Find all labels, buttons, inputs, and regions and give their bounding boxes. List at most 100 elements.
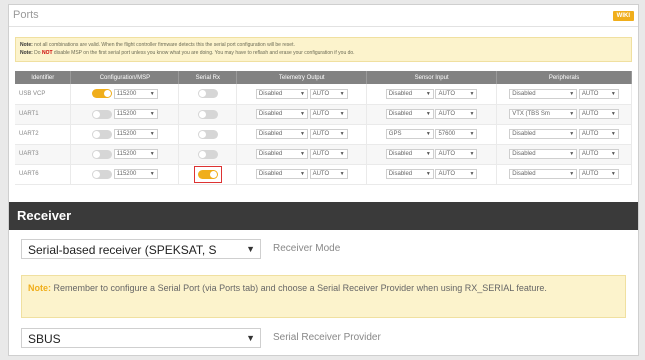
peripherals-select[interactable]: Disabled ▼ xyxy=(509,149,578,159)
chevron-down-icon: ▼ xyxy=(339,171,345,177)
chevron-down-icon: ▼ xyxy=(149,131,155,137)
serial-rx-toggle[interactable] xyxy=(197,129,218,139)
receiver-header: Receiver xyxy=(9,202,638,230)
port-identifier: UART2 xyxy=(15,124,72,145)
chevron-down-icon: ▼ xyxy=(425,90,431,97)
peripherals-select[interactable]: Disabled ▼ xyxy=(509,129,578,139)
telemetry-baud-select[interactable]: AUTO ▼ xyxy=(309,149,348,159)
serial-rx-toggle[interactable] xyxy=(197,169,218,179)
msp-toggle[interactable] xyxy=(92,169,113,179)
ports-note: Note: not all combinations are valid. Wh… xyxy=(15,37,632,62)
port-identifier: UART6 xyxy=(15,164,72,185)
telemetry-baud-select[interactable]: AUTO ▼ xyxy=(309,109,348,119)
chevron-down-icon: ▼ xyxy=(149,111,155,117)
sensor-select[interactable]: Disabled ▼ xyxy=(385,149,434,159)
chevron-down-icon: ▼ xyxy=(610,111,616,117)
sensor-select[interactable]: Disabled ▼ xyxy=(385,169,434,179)
serial-rx-toggle[interactable] xyxy=(197,149,218,159)
msp-baud-select[interactable]: 115200 ▼ xyxy=(113,149,158,159)
sensor-baud-select[interactable]: AUTO ▼ xyxy=(435,109,478,119)
receiver-body: Serial-based receiver (SPEKSAT, S ▼ Rece… xyxy=(9,230,638,355)
sensor-cell: Disabled ▼ AUTO ▼ xyxy=(366,164,498,185)
chevron-down-icon: ▼ xyxy=(469,131,475,137)
telemetry-select[interactable]: Disabled ▼ xyxy=(255,149,308,159)
receiver-mode-select[interactable]: Serial-based receiver (SPEKSAT, S ▼ xyxy=(21,239,261,259)
sensor-cell: Disabled ▼ AUTO ▼ xyxy=(366,104,498,125)
chevron-down-icon: ▼ xyxy=(469,111,475,117)
peripherals-baud-select[interactable]: AUTO ▼ xyxy=(578,109,619,119)
serial-rx-toggle[interactable] xyxy=(197,89,218,99)
msp-toggle[interactable] xyxy=(92,129,113,139)
sensor-cell: GPS ▼ 57600 ▼ xyxy=(366,124,498,145)
peripherals-baud-select[interactable]: AUTO ▼ xyxy=(578,149,619,159)
table-row: USB VCP 115200 ▼ Disabled ▼ AUTO ▼ Disabled ▼ … xyxy=(15,84,632,105)
serial-provider-label: Serial Receiver Provider xyxy=(273,332,381,343)
table-row: UART2 115200 ▼ Disabled ▼ AUTO ▼ GPS ▼ 57600 ▼ D… xyxy=(15,124,632,145)
col-telemetry-output: Telemetry Output xyxy=(236,71,368,84)
telemetry-baud-select[interactable]: AUTO ▼ xyxy=(309,88,348,99)
msp-cell: 115200 ▼ xyxy=(70,124,180,145)
peripherals-select[interactable]: VTX (TBS Sm ▼ xyxy=(509,109,578,119)
serial-rx-highlight xyxy=(193,165,222,183)
port-identifier: UART1 xyxy=(15,104,72,125)
msp-toggle[interactable] xyxy=(92,109,113,119)
chevron-down-icon: ▼ xyxy=(339,151,345,157)
peripherals-cell: Disabled ▼ AUTO ▼ xyxy=(496,124,632,145)
col-configuration-msp: Configuration/MSP xyxy=(70,71,180,84)
chevron-down-icon: ▼ xyxy=(569,171,575,177)
telemetry-cell: Disabled ▼ AUTO ▼ xyxy=(236,164,368,185)
sensor-select[interactable]: Disabled ▼ xyxy=(385,109,434,119)
sensor-select[interactable]: Disabled ▼ xyxy=(385,88,434,99)
peripherals-select[interactable]: Disabled ▼ xyxy=(509,88,578,99)
msp-toggle[interactable] xyxy=(92,149,113,159)
chevron-down-icon: ▼ xyxy=(610,131,616,137)
peripherals-baud-select[interactable]: AUTO ▼ xyxy=(578,129,619,139)
chevron-down-icon: ▼ xyxy=(569,111,575,117)
wiki-button[interactable]: WIKI xyxy=(612,11,634,21)
serial-rx-cell xyxy=(178,104,238,125)
msp-toggle[interactable] xyxy=(92,89,113,99)
msp-baud-select[interactable]: 115200 ▼ xyxy=(113,109,158,119)
chevron-down-icon: ▼ xyxy=(339,131,345,137)
telemetry-select[interactable]: Disabled ▼ xyxy=(255,169,308,179)
peripherals-cell: VTX (TBS Sm ▼ AUTO ▼ xyxy=(496,104,632,125)
col-sensor-input: Sensor Input xyxy=(366,71,498,84)
telemetry-select[interactable]: Disabled ▼ xyxy=(255,88,308,99)
sensor-baud-select[interactable]: AUTO ▼ xyxy=(435,149,478,159)
telemetry-select[interactable]: Disabled ▼ xyxy=(255,129,308,139)
telemetry-baud-select[interactable]: AUTO ▼ xyxy=(309,169,348,179)
sensor-baud-select[interactable]: 57600 ▼ xyxy=(435,129,478,139)
chevron-down-icon: ▼ xyxy=(299,111,305,117)
peripherals-select[interactable]: Disabled ▼ xyxy=(509,169,578,179)
sensor-baud-select[interactable]: AUTO ▼ xyxy=(435,88,478,99)
peripherals-baud-select[interactable]: AUTO ▼ xyxy=(578,88,619,99)
msp-baud-select[interactable]: 115200 ▼ xyxy=(113,129,158,139)
sensor-baud-select[interactable]: AUTO ▼ xyxy=(435,169,478,179)
app-frame: Ports WIKI Note: not all combinations ar… xyxy=(8,4,639,356)
port-identifier: UART3 xyxy=(15,144,72,165)
chevron-down-icon: ▼ xyxy=(610,171,616,177)
table-row: UART1 115200 ▼ Disabled ▼ AUTO ▼ Disabled ▼ AU… xyxy=(15,104,632,125)
chevron-down-icon: ▼ xyxy=(425,111,431,117)
telemetry-select[interactable]: Disabled ▼ xyxy=(255,109,308,119)
chevron-down-icon: ▼ xyxy=(246,333,255,343)
telemetry-cell: Disabled ▼ AUTO ▼ xyxy=(236,104,368,125)
ports-table: Identifier Configuration/MSP Serial Rx T… xyxy=(15,71,632,185)
telemetry-baud-select[interactable]: AUTO ▼ xyxy=(309,129,348,139)
ports-header: Ports WIKI xyxy=(9,5,638,27)
msp-cell: 115200 ▼ xyxy=(70,144,180,165)
peripherals-cell: Disabled ▼ AUTO ▼ xyxy=(496,84,632,105)
receiver-title: Receiver xyxy=(17,208,72,223)
chevron-down-icon: ▼ xyxy=(299,131,305,137)
chevron-down-icon: ▼ xyxy=(569,131,575,137)
receiver-note: Note: Remember to configure a Serial Por… xyxy=(21,275,626,318)
sensor-select[interactable]: GPS ▼ xyxy=(385,129,434,139)
serial-rx-toggle[interactable] xyxy=(197,109,218,119)
sensor-cell: Disabled ▼ AUTO ▼ xyxy=(366,144,498,165)
chevron-down-icon: ▼ xyxy=(610,90,616,97)
serial-provider-select[interactable]: SBUS ▼ xyxy=(21,328,261,348)
peripherals-baud-select[interactable]: AUTO ▼ xyxy=(578,169,619,179)
telemetry-cell: Disabled ▼ AUTO ▼ xyxy=(236,144,368,165)
msp-baud-select[interactable]: 115200 ▼ xyxy=(113,169,158,179)
msp-baud-select[interactable]: 115200 ▼ xyxy=(113,88,158,99)
